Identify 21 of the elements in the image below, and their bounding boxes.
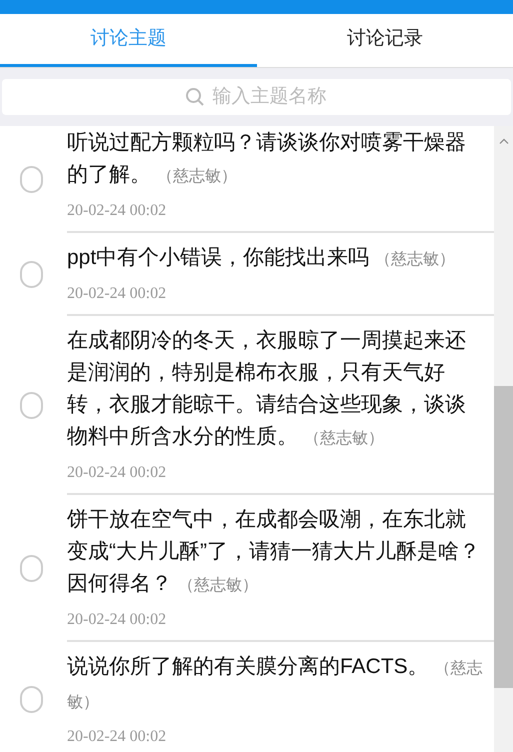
topic-text[interactable]: 听说过配方颗粒吗？请谈谈你对喷雾干燥器的了解。 （慈志敏）	[67, 126, 484, 193]
topic-text[interactable]: 在成都阴冷的冬天，衣服晾了一周摸起来还是润润的，特别是棉布衣服，只有天气好转，衣服才能晾干。请结合这些现象，谈谈物料中所含水分的性质。 （慈志敏）	[67, 316, 484, 455]
post-time: 20-02-24 00:02	[67, 610, 168, 630]
radio-button[interactable]	[20, 686, 43, 713]
post-time: 20-02-24 00:02	[67, 284, 168, 304]
scrollbar-thumb[interactable]	[494, 386, 513, 688]
topic-text[interactable]: ppt中有个小错误，你能找出来吗 （慈志敏）	[67, 233, 484, 276]
radio-button[interactable]	[20, 555, 43, 582]
post-time: 20-02-24 00:02	[67, 727, 168, 747]
topic-text[interactable]: 说说你所了解的有关膜分离的FACTS。 （慈志敏）	[67, 642, 484, 719]
radio-button[interactable]	[20, 166, 43, 193]
post-time: 20-02-24 00:02	[67, 463, 168, 483]
search-icon	[185, 87, 205, 107]
scroll-up-icon[interactable]	[498, 138, 508, 144]
search-field[interactable]: 输入主题名称	[2, 79, 511, 115]
topic-text[interactable]: 饼干放在空气中，在成都会吸潮，在东北就变成“大片儿酥”了，请猜一猜大片儿酥是啥？因何得名？ （慈志敏）	[67, 495, 484, 602]
post-time: 20-02-24 00:02	[67, 201, 168, 221]
tab[interactable]: 讨论记录	[256, 14, 513, 67]
radio-button[interactable]	[20, 392, 43, 419]
radio-button[interactable]	[20, 261, 43, 288]
scrollbar[interactable]	[494, 126, 513, 752]
